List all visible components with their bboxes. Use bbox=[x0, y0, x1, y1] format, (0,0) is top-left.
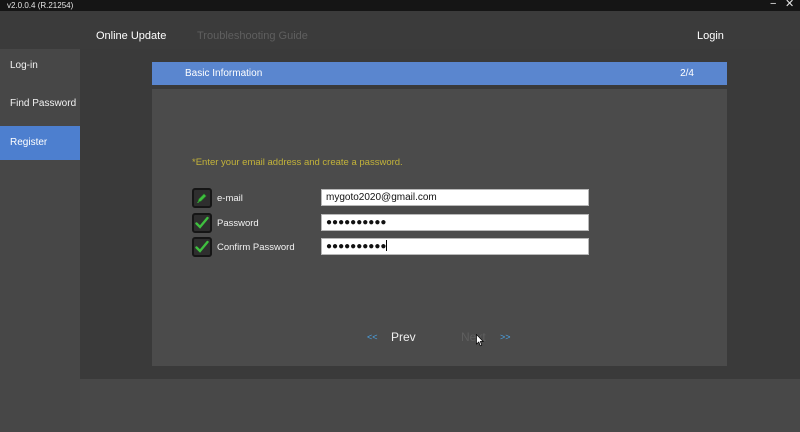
text-caret bbox=[386, 240, 388, 251]
mouse-cursor-icon bbox=[476, 334, 484, 347]
next-arrows-icon[interactable]: >> bbox=[500, 332, 511, 342]
email-label: e-mail bbox=[217, 193, 243, 204]
title-bar: v2.0.0.4 (R.21254) − ✕ bbox=[0, 0, 800, 11]
login-link[interactable]: Login bbox=[697, 11, 724, 49]
confirm-password-label: Confirm Password bbox=[217, 242, 295, 253]
password-field[interactable]: ●●●●●●●●●● bbox=[321, 214, 589, 231]
sidebar-item-find-password[interactable]: Find Password bbox=[0, 87, 80, 121]
check-icon bbox=[192, 237, 212, 257]
pencil-icon bbox=[192, 188, 212, 208]
password-label: Password bbox=[217, 218, 259, 229]
sidebar: Log-in Find Password Register bbox=[0, 49, 80, 432]
close-button[interactable]: ✕ bbox=[785, 0, 794, 10]
footer-strip bbox=[80, 379, 800, 432]
sidebar-item-register[interactable]: Register bbox=[0, 126, 80, 160]
tab-online-update[interactable]: Online Update bbox=[96, 11, 166, 49]
confirm-password-value: ●●●●●●●●●● bbox=[326, 241, 387, 252]
version-label: v2.0.0.4 (R.21254) bbox=[7, 1, 74, 10]
minimize-button[interactable]: − bbox=[770, 0, 776, 10]
prev-arrows-icon[interactable]: << bbox=[367, 332, 378, 342]
check-icon bbox=[192, 213, 212, 233]
top-nav: Online Update Troubleshooting Guide Logi… bbox=[0, 11, 800, 49]
confirm-password-field[interactable]: ●●●●●●●●●● bbox=[321, 238, 589, 255]
sidebar-item-log-in[interactable]: Log-in bbox=[0, 49, 80, 83]
section-title: Basic Information bbox=[185, 68, 263, 79]
instruction-text: *Enter your email address and create a p… bbox=[192, 157, 403, 168]
tab-troubleshooting-guide[interactable]: Troubleshooting Guide bbox=[197, 11, 308, 49]
step-indicator: 2/4 bbox=[680, 68, 694, 79]
prev-button[interactable]: Prev bbox=[391, 330, 416, 344]
email-field[interactable]: mygoto2020@gmail.com bbox=[321, 189, 589, 206]
section-header: Basic Information 2/4 bbox=[152, 62, 727, 85]
